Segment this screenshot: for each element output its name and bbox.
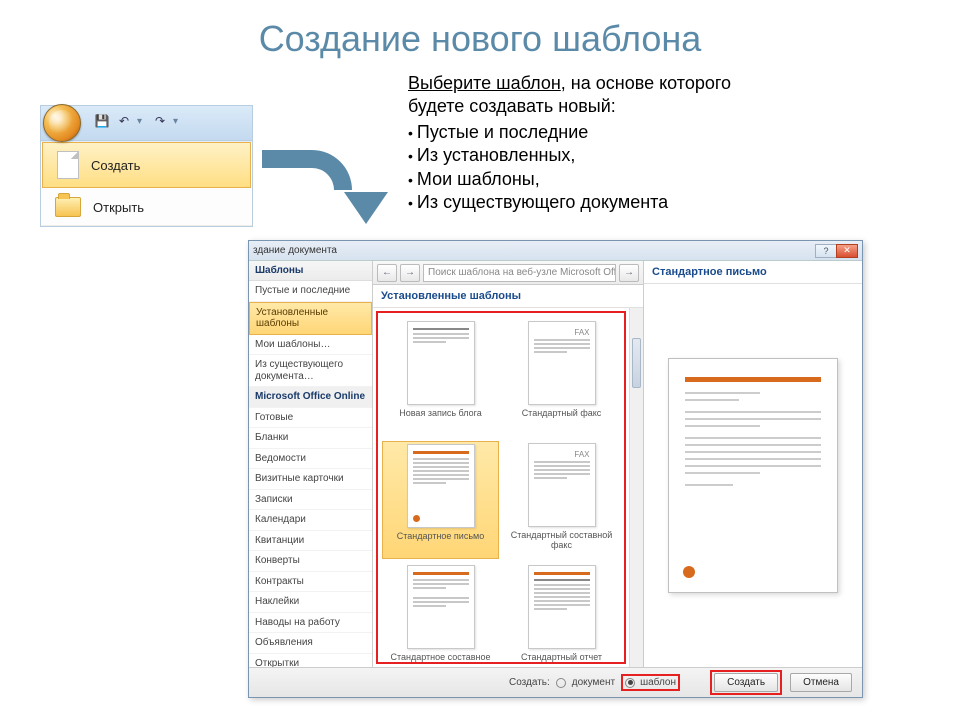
sidebar-item-online[interactable]: Визитные карточки	[249, 469, 372, 490]
qat-dropdown-icon[interactable]: ▾	[137, 116, 147, 127]
sidebar-item-my-templates[interactable]: Мои шаблоны…	[249, 335, 372, 356]
template-thumb[interactable]: FAX Стандартный факс	[503, 319, 620, 437]
template-thumb[interactable]: Новая запись блога	[382, 319, 499, 437]
thumb-label: Стандартное составное письмо	[384, 652, 497, 664]
redo-icon[interactable]: ↷	[151, 112, 169, 130]
instruction-item: Мои шаблоны,	[408, 168, 788, 191]
nav-back-button[interactable]: ←	[377, 264, 397, 282]
sidebar-item-online[interactable]: Готовые	[249, 408, 372, 429]
template-preview-pane: Стандартное письмо	[644, 261, 862, 667]
slide-title: Создание нового шаблона	[0, 18, 960, 60]
dialog-titlebar: здание документа ? ✕	[249, 241, 862, 261]
sidebar-item-installed[interactable]: Установленные шаблоны	[249, 302, 372, 335]
gallery-section-title: Установленные шаблоны	[373, 285, 643, 308]
thumb-label: Стандартное письмо	[397, 531, 484, 541]
office-menu-panel: 💾 ↶ ▾ ↷ ▾ Создать Открыть	[40, 105, 253, 227]
instruction-item: Из установленных,	[408, 144, 788, 167]
gallery-scrollbar[interactable]	[629, 308, 643, 667]
sidebar-item-online[interactable]: Открытки	[249, 654, 372, 668]
create-as-options: Создать: документ шаблон	[509, 674, 680, 691]
sidebar-item-online[interactable]: Бланки	[249, 428, 372, 449]
radio-document-label: документ	[572, 677, 615, 688]
radio-template[interactable]	[625, 678, 635, 688]
sidebar-item-online[interactable]: Конверты	[249, 551, 372, 572]
thumb-label: Стандартный составной факс	[505, 530, 618, 550]
new-document-icon	[57, 151, 79, 179]
template-thumb[interactable]: Стандартный отчет	[503, 563, 620, 664]
sidebar-item-blank[interactable]: Пустые и последние	[249, 281, 372, 302]
sidebar-item-online[interactable]: Календари	[249, 510, 372, 531]
scrollbar-thumb[interactable]	[632, 338, 641, 388]
instructions-block: Выберите шаблон, на основе которого буде…	[408, 72, 788, 214]
template-search-input[interactable]: Поиск шаблона на веб-узле Microsoft Offi…	[423, 264, 616, 282]
sidebar-item-online[interactable]: Объявления	[249, 633, 372, 654]
template-thumb[interactable]: Стандартное составное письмо	[382, 563, 499, 664]
radio-template-highlight: шаблон	[621, 674, 680, 691]
preview-page	[668, 358, 838, 593]
search-go-button[interactable]: →	[619, 264, 639, 282]
create-button[interactable]: Создать	[714, 673, 778, 692]
menu-item-label: Открыть	[93, 200, 144, 215]
office-titlebar: 💾 ↶ ▾ ↷ ▾	[41, 106, 252, 141]
qat-customize-icon[interactable]: ▾	[173, 116, 183, 127]
sidebar-item-from-existing[interactable]: Из существующего документа…	[249, 355, 372, 387]
template-thumbnails: Новая запись блога FAX Стандартный факс …	[376, 311, 626, 664]
radio-document[interactable]	[556, 678, 566, 688]
office-button-icon[interactable]	[43, 104, 81, 142]
instruction-item: Пустые и последние	[408, 121, 788, 144]
sidebar-item-online[interactable]: Наклейки	[249, 592, 372, 613]
gallery-toolbar: ← → Поиск шаблона на веб-узле Microsoft …	[373, 261, 643, 285]
sidebar-item-online[interactable]: Записки	[249, 490, 372, 511]
radio-template-label: шаблон	[640, 677, 676, 688]
quick-access-toolbar: 💾 ↶ ▾ ↷ ▾	[93, 112, 183, 130]
sidebar-item-online[interactable]: Наводы на работу	[249, 613, 372, 634]
sidebar-header: Шаблоны	[249, 261, 372, 281]
new-document-dialog: здание документа ? ✕ Шаблоны Пустые и по…	[248, 240, 863, 698]
preview-title: Стандартное письмо	[644, 261, 862, 284]
undo-icon[interactable]: ↶	[115, 112, 133, 130]
folder-open-icon	[55, 197, 81, 217]
help-button[interactable]: ?	[815, 244, 837, 258]
office-menu-list: Создать Открыть	[41, 142, 252, 226]
sidebar-item-online[interactable]: Контракты	[249, 572, 372, 593]
create-button-highlight: Создать	[710, 670, 782, 695]
cancel-button[interactable]: Отмена	[790, 673, 852, 692]
dialog-caption: здание документа	[253, 245, 816, 256]
sidebar-item-online[interactable]: Квитанции	[249, 531, 372, 552]
close-button[interactable]: ✕	[836, 244, 858, 258]
template-thumb[interactable]: FAX Стандартный составной факс	[503, 441, 620, 559]
save-icon[interactable]: 💾	[93, 112, 111, 130]
template-category-sidebar: Шаблоны Пустые и последние Установленные…	[249, 261, 373, 667]
instructions-lead: Выберите шаблон	[408, 73, 561, 93]
create-as-label: Создать:	[509, 677, 550, 688]
dialog-footer: Создать: документ шаблон Создать Отмена	[249, 667, 862, 697]
menu-item-label: Создать	[91, 158, 140, 173]
instruction-item: Из существующего документа	[408, 191, 788, 214]
thumb-label: Стандартный факс	[522, 408, 602, 418]
template-gallery: ← → Поиск шаблона на веб-узле Microsoft …	[373, 261, 644, 667]
thumb-label: Новая запись блога	[399, 408, 482, 418]
sidebar-header-online: Microsoft Office Online	[249, 387, 372, 408]
nav-forward-button[interactable]: →	[400, 264, 420, 282]
thumb-label: Стандартный отчет	[521, 652, 602, 662]
template-thumb-selected[interactable]: Стандартное письмо	[382, 441, 499, 559]
sidebar-item-online[interactable]: Ведомости	[249, 449, 372, 470]
menu-item-create[interactable]: Создать	[42, 142, 251, 188]
menu-item-open[interactable]: Открыть	[41, 189, 252, 226]
